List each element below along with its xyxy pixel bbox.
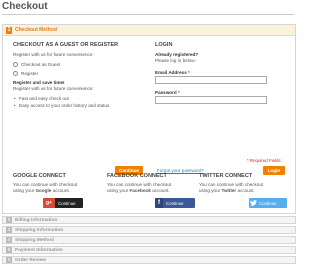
password-field[interactable]	[155, 96, 267, 104]
step-label: Order Review	[15, 257, 46, 263]
login-section: LOGIN Already registered? Please log in …	[155, 42, 293, 104]
google-continue-button[interactable]: g+ Continue	[43, 198, 83, 208]
radio-button[interactable]	[13, 62, 18, 67]
list-item: Fast and easy check out	[13, 95, 153, 102]
step-number: 2	[6, 217, 12, 223]
radio-label: Register	[21, 71, 39, 76]
guest-register-section: CHECKOUT AS A GUEST OR REGISTER Register…	[13, 42, 153, 109]
title-divider	[2, 14, 294, 15]
twitter-continue-button[interactable]: Continue	[249, 198, 287, 208]
facebook-icon: f	[155, 198, 163, 208]
step-label: Shipping Information	[15, 227, 64, 233]
step-order-review[interactable]: 6 Order Review	[2, 256, 296, 264]
radio-button[interactable]	[13, 71, 18, 76]
google-heading: GOOGLE CONNECT	[13, 173, 66, 179]
twitter-text: You can continue with checkout using you…	[199, 182, 264, 193]
login-instructions: Please log in below:	[155, 58, 196, 63]
radio-register[interactable]: Register	[13, 71, 153, 76]
save-subtitle: Register with us for future convenience:	[13, 86, 94, 91]
step-header-checkout-method[interactable]: 1 Checkout Method	[3, 25, 295, 36]
step-label: Payment Information	[15, 247, 63, 253]
step-number: 3	[6, 227, 12, 233]
twitter-bird-icon	[249, 198, 257, 208]
guest-heading: CHECKOUT AS A GUEST OR REGISTER	[13, 42, 119, 48]
radio-label: Checkout as Guest	[21, 62, 61, 67]
step-shipping-information[interactable]: 3 Shipping Information	[2, 226, 296, 234]
facebook-heading: FACEBOOK CONNECT	[107, 173, 167, 179]
step-label: Shipping Method	[15, 237, 54, 243]
radio-checkout-guest[interactable]: Checkout as Guest	[13, 62, 153, 67]
step-payment-information[interactable]: 5 Payment Information	[2, 246, 296, 254]
google-text: You can continue with checkout using you…	[13, 182, 78, 193]
benefits-list: Fast and easy check out Easy access to y…	[13, 95, 153, 109]
facebook-connect: FACEBOOK CONNECT You can continue with c…	[107, 173, 199, 208]
checkout-method-panel: 1 Checkout Method CHECKOUT AS A GUEST OR…	[2, 24, 296, 214]
step-number: 1	[6, 26, 12, 34]
step-number: 6	[6, 257, 12, 263]
step-number: 5	[6, 247, 12, 253]
required-fields-note: * Required Fields	[247, 158, 281, 163]
list-item: Easy access to your order history and st…	[13, 102, 153, 109]
step-label: Billing Information	[15, 217, 58, 223]
facebook-text: You can continue with checkout using you…	[107, 182, 172, 193]
email-label: Email Address *	[155, 70, 190, 75]
step-billing-information[interactable]: 2 Billing Information	[2, 216, 296, 224]
step-label: Checkout Method	[15, 27, 57, 33]
guest-intro: Register with us for future convenience:	[13, 52, 94, 57]
email-field[interactable]	[155, 76, 267, 84]
page-title: Checkout	[2, 1, 48, 12]
step-shipping-method[interactable]: 4 Shipping Method	[2, 236, 296, 244]
password-label: Password *	[155, 90, 180, 95]
step-number: 4	[6, 237, 12, 243]
google-plus-icon: g+	[43, 198, 55, 208]
login-heading: LOGIN	[155, 42, 173, 48]
facebook-continue-button[interactable]: f Continue	[155, 198, 195, 208]
twitter-connect: TWITTER CONNECT You can continue with ch…	[199, 173, 291, 208]
google-connect: GOOGLE CONNECT You can continue with che…	[13, 173, 105, 208]
twitter-heading: TWITTER CONNECT	[199, 173, 253, 179]
